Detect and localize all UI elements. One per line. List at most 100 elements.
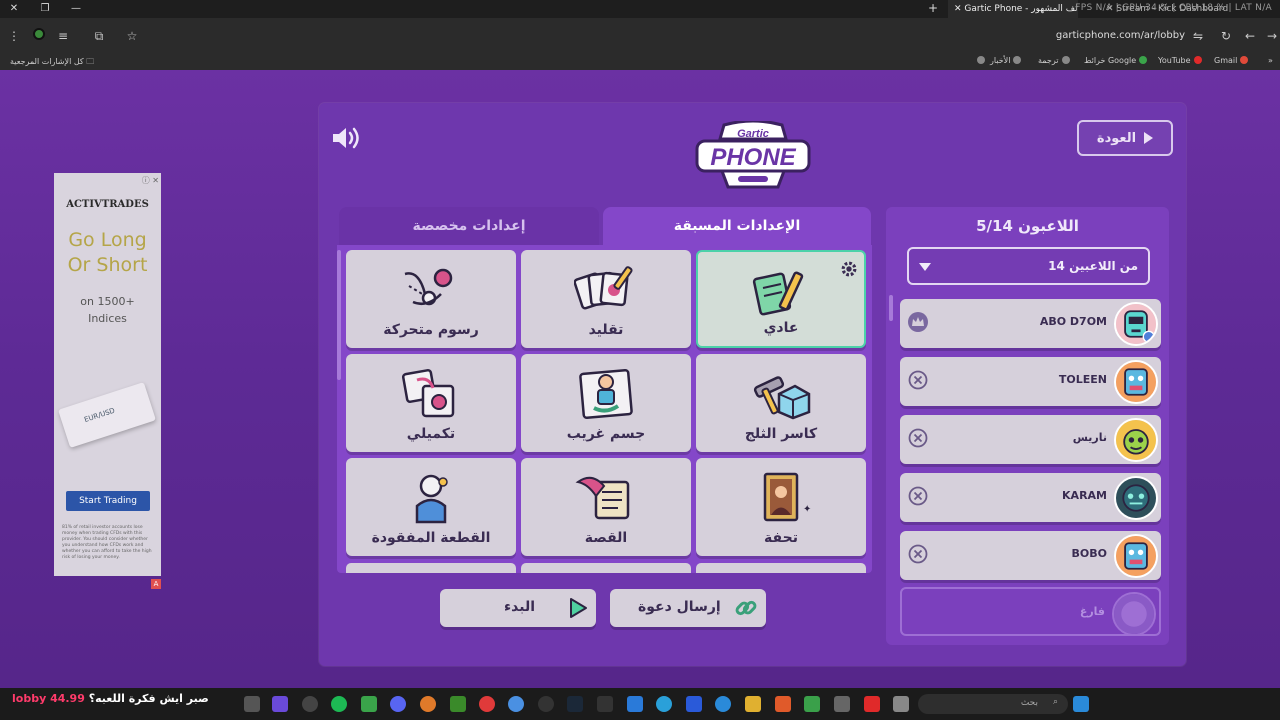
- more-bookmarks-icon[interactable]: »: [1268, 56, 1273, 65]
- bookmark-extra[interactable]: [974, 56, 985, 65]
- discord-icon[interactable]: [390, 696, 406, 712]
- gear-icon[interactable]: [840, 260, 858, 278]
- menu-dots-icon[interactable]: ⋮: [6, 28, 22, 44]
- icebreaker-icon: [753, 376, 811, 420]
- taskbar-app-icon[interactable]: [893, 696, 909, 712]
- play-triangle-icon: [1144, 132, 1154, 144]
- chrome-icon[interactable]: [508, 696, 524, 712]
- player-avatar: [1114, 302, 1158, 346]
- ad-brand: ACTIVTRADES: [66, 199, 149, 210]
- mode-icebreaker-card[interactable]: كاسر الثلج: [696, 354, 866, 452]
- back-arrow-icon[interactable]: ←: [1242, 28, 1258, 44]
- edge-icon[interactable]: [656, 696, 672, 712]
- url-field[interactable]: garticphone.com/ar/lobby: [1056, 30, 1185, 41]
- kick-player-icon[interactable]: [908, 428, 928, 448]
- taskbar-app-icon[interactable]: [775, 696, 791, 712]
- bookmark-translate[interactable]: ترجمة: [1038, 56, 1070, 65]
- story-scroll-icon: [575, 476, 630, 520]
- taskbar-app-icon[interactable]: [538, 696, 554, 712]
- mode-odd-body-card[interactable]: جسم غريب: [521, 354, 691, 452]
- mode-label: تكميلي: [406, 426, 456, 442]
- mode-normal-card[interactable]: عادي: [696, 250, 866, 348]
- minecraft-icon[interactable]: [450, 696, 466, 712]
- all-bookmarks-link[interactable]: كل الإشارات المرجعية 🗀: [10, 56, 94, 70]
- taskbar-app-icon[interactable]: [627, 696, 643, 712]
- taskbar-app-icon[interactable]: [302, 696, 318, 712]
- taskbar-app-icon[interactable]: [686, 696, 702, 712]
- taskbar-search-field[interactable]: بحث ⌕: [918, 694, 1068, 714]
- svg-text:✦: ✦: [803, 504, 811, 515]
- ad-headline: Go Long Or Short: [67, 229, 148, 276]
- restore-window-icon[interactable]: ❐: [38, 2, 52, 16]
- missing-piece-icon: [415, 474, 448, 524]
- mode-animation-card[interactable]: رسوم متحركة: [346, 250, 516, 348]
- bookmark-gmail[interactable]: Gmail: [1214, 56, 1249, 65]
- link-icon: [735, 600, 757, 616]
- start-button[interactable]: البدء: [440, 589, 596, 627]
- netflix-icon[interactable]: [864, 696, 880, 712]
- bookmark-youtube[interactable]: YouTube: [1158, 56, 1202, 65]
- mode-label: تقليد: [588, 322, 624, 338]
- xbox-icon[interactable]: [804, 696, 820, 712]
- advertisement[interactable]: ⓘ ✕ ACTIVTRADES Go Long Or Short on 1500+…: [54, 173, 161, 589]
- kick-player-icon[interactable]: [908, 544, 928, 564]
- mode-card-partial[interactable]: [696, 563, 866, 573]
- epic-games-icon[interactable]: [597, 696, 613, 712]
- mode-card-partial[interactable]: [521, 563, 691, 573]
- taskbar-app-icon[interactable]: [479, 696, 495, 712]
- mode-grid-scrollbar[interactable]: [337, 250, 341, 380]
- ad-close-icon[interactable]: ⓘ ✕: [142, 175, 159, 186]
- ad-cta-button[interactable]: Start Trading: [66, 491, 150, 511]
- ad-badge-icon: A: [151, 579, 161, 589]
- chevron-down-icon: [919, 263, 931, 271]
- profile-icon[interactable]: [31, 28, 47, 44]
- crown-icon: [908, 312, 928, 332]
- reload-icon[interactable]: ↻: [1218, 28, 1234, 44]
- player-avatar: [1114, 418, 1158, 462]
- sound-icon[interactable]: [331, 124, 363, 152]
- complement-icon: [402, 369, 455, 418]
- mode-card-partial[interactable]: [346, 563, 516, 573]
- extensions-icon[interactable]: ≡: [55, 28, 71, 44]
- puzzle-icon[interactable]: ⧉: [91, 28, 107, 44]
- kick-player-icon[interactable]: [908, 370, 928, 390]
- forward-arrow-icon[interactable]: →: [1264, 28, 1280, 44]
- mode-label: القصة: [584, 530, 628, 546]
- tab-custom-settings[interactable]: إعدادات مخصصة: [339, 207, 599, 245]
- close-window-icon[interactable]: ✕: [7, 2, 21, 16]
- spotify-icon[interactable]: [331, 696, 347, 712]
- steam-icon[interactable]: [567, 696, 583, 712]
- minimize-window-icon[interactable]: —: [69, 2, 83, 16]
- taskbar-app-icon[interactable]: [361, 696, 377, 712]
- tab-gartic-phone[interactable]: ✕ Gartic Phone - الهاتف المشهور: [948, 0, 1078, 18]
- max-players-select[interactable]: 14 من اللاعبين: [907, 247, 1150, 285]
- kick-player-icon[interactable]: [908, 486, 928, 506]
- new-tab-button[interactable]: +: [928, 1, 938, 15]
- player-avatar: [1114, 534, 1158, 578]
- taskbar-app-icon[interactable]: [834, 696, 850, 712]
- mode-imitation-card[interactable]: تقليد: [521, 250, 691, 348]
- invite-button[interactable]: إرسال دعوة: [610, 589, 766, 627]
- windows-start-icon[interactable]: [1073, 696, 1089, 712]
- mode-story-card[interactable]: القصة: [521, 458, 691, 556]
- player-row: ناريس: [900, 415, 1161, 464]
- back-button[interactable]: العودة: [1077, 120, 1173, 156]
- tab-preset-settings[interactable]: الإعدادات المسبقة: [603, 207, 871, 245]
- mode-complement-card[interactable]: تكميلي: [346, 354, 516, 452]
- mode-label: جسم غريب: [566, 426, 646, 442]
- mode-label: رسوم متحركة: [383, 322, 479, 338]
- taskbar-app-icon[interactable]: [420, 696, 436, 712]
- bookmark-maps[interactable]: خرائط Google: [1084, 56, 1148, 65]
- bookmark-news[interactable]: الأخبار: [990, 56, 1022, 65]
- ad-disclaimer: 81% of retail investor accounts lose mon…: [62, 525, 152, 560]
- mode-missing-piece-card[interactable]: القطعة المفقودة: [346, 458, 516, 556]
- taskbar-app-icon[interactable]: [272, 696, 288, 712]
- close-tab-icon[interactable]: ✕: [954, 4, 964, 14]
- taskbar-app-icon[interactable]: [715, 696, 731, 712]
- file-explorer-icon[interactable]: [745, 696, 761, 712]
- players-scrollbar[interactable]: [889, 295, 893, 321]
- bookmark-star-icon[interactable]: ☆: [124, 28, 140, 44]
- site-settings-icon[interactable]: ⇋: [1190, 28, 1206, 44]
- taskbar-app-icon[interactable]: [244, 696, 260, 712]
- mode-masterpiece-card[interactable]: ✦ تحفة: [696, 458, 866, 556]
